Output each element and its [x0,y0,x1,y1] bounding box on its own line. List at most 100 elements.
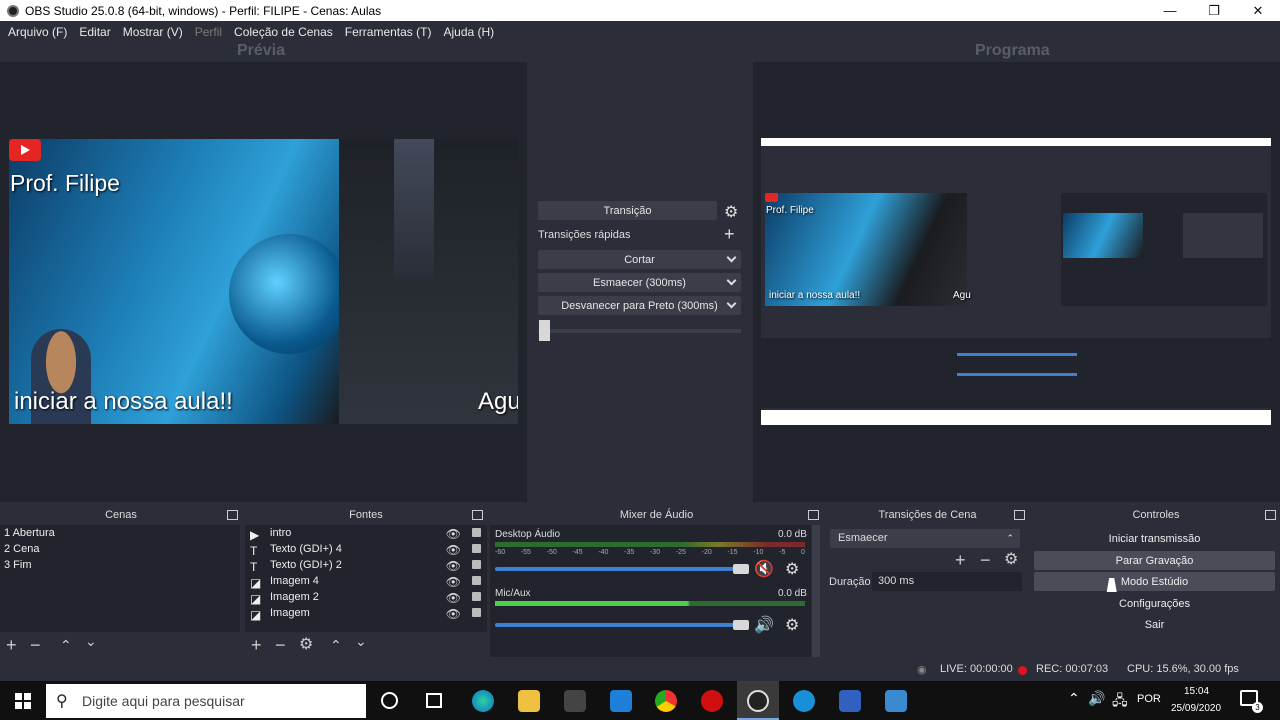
tray-chevron-icon[interactable]: ⌃ [1068,690,1080,707]
quick-fade-black-button[interactable]: Desvanecer para Preto (300ms) [538,296,741,315]
remove-transition-icon[interactable]: − [980,551,991,569]
transition-select[interactable]: Esmaecer ⌃ [830,529,1020,548]
mail-icon[interactable] [610,690,632,712]
source-name: Imagem 2 [270,591,319,603]
scene-item[interactable]: 1 Abertura [0,525,240,541]
remove-source-icon[interactable]: − [275,636,286,654]
mixer-scrollbar[interactable] [812,525,820,657]
gear-icon[interactable]: ⚙ [785,559,799,579]
edge-icon[interactable] [472,690,494,712]
source-item[interactable]: ◪ Imagem 4 👁 [245,573,487,590]
remove-scene-icon[interactable]: − [30,636,41,654]
tbar-handle[interactable] [539,320,550,341]
eye-icon[interactable]: 👁 [446,526,461,542]
source-properties-gear-icon[interactable]: ⚙ [299,636,313,654]
mic-volume-knob[interactable] [733,620,749,630]
menu-editar[interactable]: Editar [73,25,116,39]
clock-time[interactable]: 15:04 [1184,686,1209,697]
move-down-icon[interactable]: ⌄ [355,632,367,650]
float-icon[interactable] [808,510,819,520]
meter-tick: -10 [753,549,764,556]
camtasia-icon[interactable] [793,690,815,712]
language-indicator[interactable]: POR [1137,693,1161,705]
float-icon[interactable] [1014,510,1025,520]
float-icon[interactable] [227,510,238,520]
network-icon[interactable]: 🖧 [1112,690,1128,714]
clock-date[interactable]: 25/09/2020 [1171,703,1221,714]
add-icon[interactable]: + [724,224,735,245]
eye-icon[interactable]: 👁 [446,574,461,590]
studio-mode-button[interactable]: Modo Estúdio [1034,572,1275,591]
lock-icon[interactable] [472,576,481,585]
move-up-icon[interactable]: ⌃ [330,636,342,654]
float-icon[interactable] [1265,510,1276,520]
quick-cut-button[interactable]: Cortar [538,250,741,269]
move-down-icon[interactable]: ⌄ [85,632,97,650]
add-scene-icon[interactable]: + [6,636,17,654]
add-transition-icon[interactable]: + [955,551,966,569]
eye-icon[interactable]: 👁 [446,542,461,558]
tbar-track[interactable] [538,329,741,333]
add-source-icon[interactable]: + [251,636,262,654]
app-2018-icon[interactable] [885,690,907,712]
source-item[interactable]: ◪ Imagem 👁 [245,605,487,622]
duration-spinbox[interactable]: 300 ms [872,572,1022,591]
nested-program-program [1183,213,1263,258]
menu-colecao-cenas[interactable]: Coleção de Cenas [228,25,339,39]
source-item[interactable]: T Texto (GDI+) 4 👁 [245,541,487,558]
chrome-icon[interactable] [655,690,677,712]
lock-icon[interactable] [472,528,481,537]
speaker-icon[interactable]: 🔊 [754,615,774,635]
menu-mostrar[interactable]: Mostrar (V) [117,25,189,39]
store-icon[interactable] [564,690,586,712]
close-button[interactable]: ✕ [1236,0,1280,21]
eye-icon[interactable]: 👁 [446,590,461,606]
lock-icon[interactable] [472,560,481,569]
volume-icon[interactable]: 🔊 [1088,690,1105,707]
desktop-volume-slider[interactable] [495,567,745,571]
menu-ajuda[interactable]: Ajuda (H) [437,25,500,39]
file-explorer-icon[interactable] [518,690,540,712]
maximize-button[interactable]: ❐ [1192,0,1236,21]
source-item[interactable]: ◪ Imagem 2 👁 [245,589,487,606]
menu-perfil[interactable]: Perfil [189,25,228,39]
gear-icon[interactable]: ⚙ [1004,551,1018,569]
scene-item[interactable]: 3 Fim [0,557,240,573]
mic-volume-slider[interactable] [495,623,745,627]
lock-icon[interactable] [472,544,481,553]
stop-recording-button[interactable]: Parar Gravação [1034,551,1275,570]
transitions-dock-title: Transições de Cena [826,506,1029,524]
task-view-icon[interactable] [426,693,442,708]
start-streaming-button[interactable]: Iniciar transmissão [1034,529,1275,548]
lock-icon[interactable] [472,608,481,617]
transition-button[interactable]: Transição [538,201,717,220]
desktop-volume-knob[interactable] [733,564,749,574]
gear-icon[interactable]: ⚙ [724,202,738,222]
windows-start-icon[interactable] [15,693,31,709]
record-app-icon[interactable] [701,690,723,712]
eye-icon[interactable]: 👁 [446,606,461,622]
exit-button[interactable]: Sair [1034,615,1275,634]
cortana-icon[interactable] [381,692,398,709]
taskbar-search-input[interactable]: ⚲ Digite aqui para pesquisar [46,684,366,718]
float-icon[interactable] [472,510,483,520]
menu-ferramentas[interactable]: Ferramentas (T) [339,25,438,39]
menu-arquivo[interactable]: Arquivo (F) [2,25,73,39]
settings-button[interactable]: Configurações [1034,594,1275,613]
gear-icon[interactable]: ⚙ [785,615,799,635]
minimize-button[interactable]: — [1148,0,1192,21]
scene-item[interactable]: 2 Cena [0,541,240,557]
preview-caption-text: iniciar a nossa aula!! [14,388,233,415]
source-item[interactable]: T Texto (GDI+) 2 👁 [245,557,487,574]
quick-fade-button[interactable]: Esmaecer (300ms) [538,273,741,292]
move-up-icon[interactable]: ⌃ [60,636,72,654]
virtualbox-icon[interactable] [839,690,861,712]
obs-icon[interactable] [747,690,769,712]
tie-graphic [394,139,434,279]
eye-icon[interactable]: 👁 [446,558,461,574]
lock-icon[interactable] [472,592,481,601]
nested-taskbar [761,410,1271,425]
source-item[interactable]: ▶ intro 👁 [245,525,487,542]
muted-speaker-icon[interactable]: 🔇 [754,559,774,579]
sources-dock-label: Fontes [349,509,383,521]
